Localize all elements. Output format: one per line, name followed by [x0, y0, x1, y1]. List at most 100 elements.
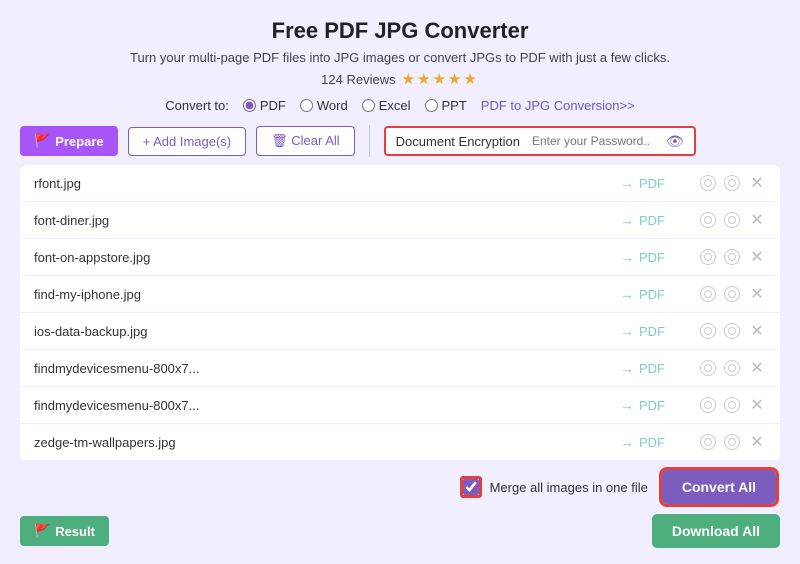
excel-radio[interactable]: [362, 99, 375, 112]
encryption-input[interactable]: [528, 132, 658, 150]
pdf-radio[interactable]: [243, 99, 256, 112]
file-name: findmydevicesmenu-800x7...: [34, 398, 620, 413]
settings-circle-icon[interactable]: [700, 286, 716, 302]
main-title: Free PDF JPG Converter: [20, 18, 780, 44]
prepare-label: Prepare: [55, 134, 103, 149]
target-format: PDF: [639, 324, 665, 339]
merge-label: Merge all images in one file: [490, 480, 648, 495]
preview-circle-icon[interactable]: [724, 175, 740, 191]
excel-radio-label[interactable]: Excel: [362, 98, 411, 113]
remove-file-button[interactable]: ✕: [748, 395, 766, 415]
bottom-row: Merge all images in one file Convert All: [20, 470, 780, 504]
arrow-pdf-label: → PDF: [620, 397, 700, 413]
prepare-flag-icon: 🚩: [34, 133, 50, 149]
download-all-button[interactable]: Download All: [652, 514, 780, 548]
target-format: PDF: [639, 213, 665, 228]
subtitle: Turn your multi-page PDF files into JPG …: [20, 50, 780, 65]
target-format: PDF: [639, 361, 665, 376]
page-wrapper: Free PDF JPG Converter Turn your multi-p…: [0, 0, 800, 564]
file-actions: ✕: [700, 210, 766, 230]
eye-icon[interactable]: 👁: [666, 133, 684, 150]
table-row: zedge-tm-wallpapers.jpg → PDF ✕: [20, 424, 780, 460]
ppt-radio-label[interactable]: PPT: [425, 98, 467, 113]
file-name: find-my-iphone.jpg: [34, 287, 620, 302]
arrow-pdf-label: → PDF: [620, 249, 700, 265]
preview-circle-icon[interactable]: [724, 249, 740, 265]
merge-checkbox-area: Merge all images in one file: [460, 476, 648, 498]
convert-to-row: Convert to: PDF Word Excel PPT PDF to JP…: [20, 98, 780, 113]
result-flag-icon: 🚩: [34, 523, 50, 539]
file-name: font-diner.jpg: [34, 213, 620, 228]
result-label: Result: [55, 524, 95, 539]
arrow-pdf-label: → PDF: [620, 434, 700, 450]
convert-all-button[interactable]: Convert All: [662, 470, 776, 504]
arrow-pdf-label: → PDF: [620, 323, 700, 339]
pdf-to-jpg-link[interactable]: PDF to JPG Conversion>>: [481, 98, 635, 113]
preview-circle-icon[interactable]: [724, 323, 740, 339]
ppt-radio[interactable]: [425, 99, 438, 112]
arrow-pdf-label: → PDF: [620, 360, 700, 376]
arrow-pdf-label: → PDF: [620, 212, 700, 228]
preview-circle-icon[interactable]: [724, 397, 740, 413]
table-row: font-diner.jpg → PDF ✕: [20, 202, 780, 239]
file-actions: ✕: [700, 395, 766, 415]
file-name: findmydevicesmenu-800x7...: [34, 361, 620, 376]
add-image-button[interactable]: + Add Image(s): [128, 127, 247, 156]
arrow-icon: →: [620, 397, 634, 413]
merge-checkbox[interactable]: [463, 479, 479, 495]
remove-file-button[interactable]: ✕: [748, 432, 766, 452]
file-name: rfont.jpg: [34, 176, 620, 191]
arrow-pdf-label: → PDF: [620, 175, 700, 191]
target-format: PDF: [639, 176, 665, 191]
table-row: findmydevicesmenu-800x7... → PDF ✕: [20, 350, 780, 387]
header-section: Free PDF JPG Converter Turn your multi-p…: [20, 18, 780, 88]
table-row: findmydevicesmenu-800x7... → PDF ✕: [20, 387, 780, 424]
toolbar-separator: [369, 125, 370, 157]
word-radio-label[interactable]: Word: [300, 98, 348, 113]
file-actions: ✕: [700, 432, 766, 452]
preview-circle-icon[interactable]: [724, 434, 740, 450]
target-format: PDF: [639, 250, 665, 265]
file-list: rfont.jpg → PDF ✕ font-diner.jpg → PDF ✕: [20, 165, 780, 460]
file-name: zedge-tm-wallpapers.jpg: [34, 435, 620, 450]
preview-circle-icon[interactable]: [724, 286, 740, 302]
remove-file-button[interactable]: ✕: [748, 358, 766, 378]
encryption-label: Document Encryption: [396, 134, 520, 149]
result-badge: 🚩 Result: [20, 516, 109, 546]
remove-file-button[interactable]: ✕: [748, 210, 766, 230]
settings-circle-icon[interactable]: [700, 212, 716, 228]
settings-circle-icon[interactable]: [700, 175, 716, 191]
arrow-pdf-label: → PDF: [620, 286, 700, 302]
file-actions: ✕: [700, 358, 766, 378]
pdf-radio-label[interactable]: PDF: [243, 98, 286, 113]
file-name: font-on-appstore.jpg: [34, 250, 620, 265]
settings-circle-icon[interactable]: [700, 249, 716, 265]
remove-file-button[interactable]: ✕: [748, 321, 766, 341]
stars-rating: ★★★★★: [402, 70, 479, 88]
arrow-icon: →: [620, 286, 634, 302]
toolbar-row: 🚩 Prepare + Add Image(s) 🗑 Clear All Doc…: [20, 125, 780, 157]
preview-circle-icon[interactable]: [724, 360, 740, 376]
settings-circle-icon[interactable]: [700, 323, 716, 339]
arrow-icon: →: [620, 212, 634, 228]
remove-file-button[interactable]: ✕: [748, 247, 766, 267]
file-actions: ✕: [700, 284, 766, 304]
preview-circle-icon[interactable]: [724, 212, 740, 228]
arrow-icon: →: [620, 249, 634, 265]
arrow-icon: →: [620, 360, 634, 376]
settings-circle-icon[interactable]: [700, 360, 716, 376]
table-row: font-on-appstore.jpg → PDF ✕: [20, 239, 780, 276]
word-radio[interactable]: [300, 99, 313, 112]
remove-file-button[interactable]: ✕: [748, 284, 766, 304]
target-format: PDF: [639, 435, 665, 450]
settings-circle-icon[interactable]: [700, 397, 716, 413]
prepare-badge: 🚩 Prepare: [20, 126, 118, 156]
remove-file-button[interactable]: ✕: [748, 173, 766, 193]
convert-to-label: Convert to:: [165, 98, 229, 113]
arrow-icon: →: [620, 175, 634, 191]
arrow-icon: →: [620, 434, 634, 450]
clear-all-button[interactable]: 🗑 Clear All: [256, 126, 355, 156]
target-format: PDF: [639, 287, 665, 302]
file-name: ios-data-backup.jpg: [34, 324, 620, 339]
settings-circle-icon[interactable]: [700, 434, 716, 450]
